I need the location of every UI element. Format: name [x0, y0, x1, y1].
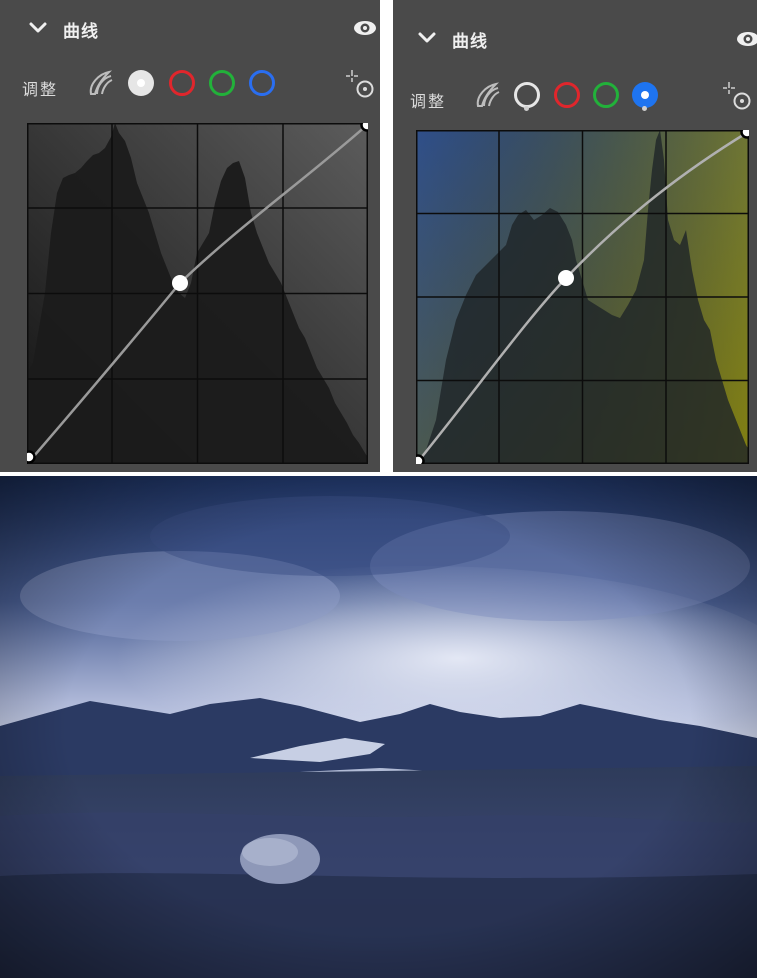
panel-title: 曲线 [452, 32, 488, 52]
curve-graph[interactable] [27, 123, 368, 464]
curve-point-mid [558, 270, 574, 286]
channel-blue-button[interactable] [247, 68, 277, 98]
adjust-label: 调整 [22, 80, 59, 99]
panel-title: 曲线 [63, 22, 99, 42]
channel-luminance-button[interactable] [126, 68, 156, 98]
curves-panel-blue: 曲线 调整 [393, 0, 757, 472]
channel-indicator [524, 106, 529, 111]
curves-panel-luminance: 曲线 调整 [0, 0, 380, 472]
panel-divider [380, 0, 393, 472]
curve-point-black [27, 450, 36, 464]
curve-point-black [416, 454, 425, 464]
channel-green-button[interactable] [207, 68, 237, 98]
panel-header: 曲线 [393, 0, 757, 56]
panel-header: 曲线 [0, 0, 380, 56]
chevron-down-icon[interactable] [417, 30, 437, 46]
channel-green-button[interactable] [591, 80, 621, 110]
adjust-label: 调整 [410, 92, 447, 111]
curve-point-white [360, 123, 368, 132]
adjust-toolbar: 调整 [393, 72, 757, 120]
eyedropper-target-icon[interactable] [721, 80, 753, 112]
adjust-toolbar: 调整 [0, 60, 380, 162]
selected-channel-indicator [642, 106, 647, 111]
eye-icon[interactable] [352, 18, 378, 38]
auto-adjust-icon[interactable] [472, 80, 502, 110]
photo-preview [0, 476, 757, 978]
auto-adjust-icon[interactable] [85, 68, 115, 98]
curve-point-mid [172, 275, 188, 291]
channel-red-button[interactable] [552, 80, 582, 110]
eye-icon[interactable] [735, 29, 757, 49]
eyedropper-target-icon[interactable] [344, 68, 376, 100]
curve-point-white [740, 130, 749, 139]
channel-red-button[interactable] [167, 68, 197, 98]
chevron-down-icon[interactable] [28, 20, 48, 36]
curve-graph[interactable] [416, 130, 749, 464]
